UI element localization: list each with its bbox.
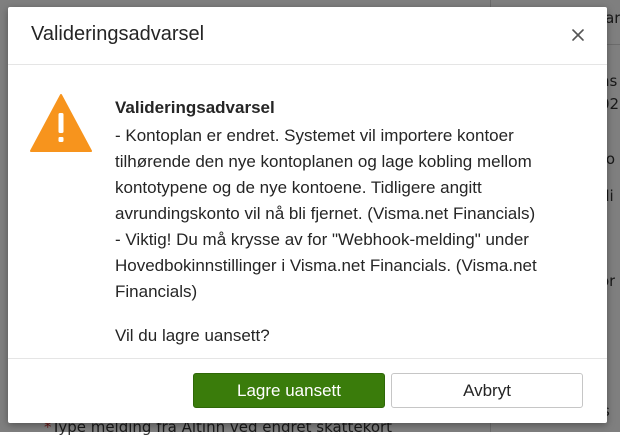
cancel-button[interactable]: Avbryt [391,373,583,408]
message-paragraph: - Kontoplan er endret. Systemet vil impo… [115,126,536,223]
warning-message: Valideringsadvarsel - Kontoplan er endre… [115,95,585,349]
dialog-title: Valideringsadvarsel [31,23,205,45]
close-button[interactable] [567,24,589,46]
dialog-header: Valideringsadvarsel [8,7,607,65]
warning-triangle-icon [30,94,92,152]
message-paragraph: - Viktig! Du må krysse av for "Webhook-m… [115,230,537,301]
validation-warning-dialog: Valideringsadvarsel Valideringsadvarsel … [8,7,607,423]
close-icon [572,29,584,41]
message-heading: Valideringsadvarsel [115,98,275,117]
dialog-footer: Lagre uansett Avbryt [8,358,607,424]
dialog-body: Valideringsadvarsel - Kontoplan er endre… [8,65,607,358]
save-anyway-button[interactable]: Lagre uansett [193,373,385,408]
message-question: Vil du lagre uansett? [115,326,270,345]
